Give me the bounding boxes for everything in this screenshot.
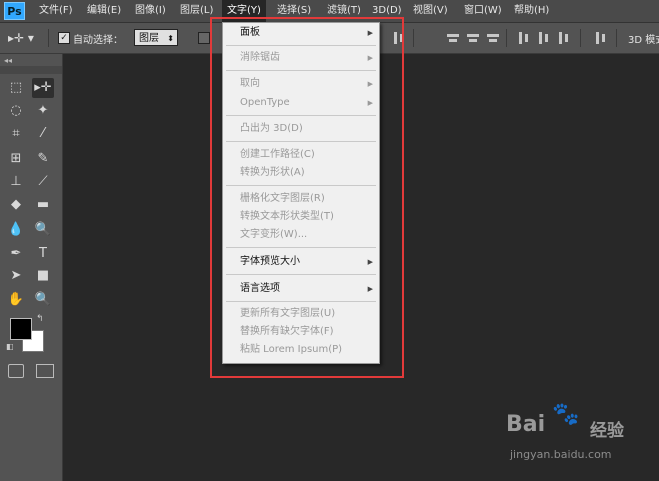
photoshop-logo: Ps [4, 2, 25, 20]
default-colors-icon[interactable]: ◧ [6, 342, 14, 351]
baidu-jingyan-watermark: Bai 🐾 经验 jingyan.baidu.com [506, 402, 656, 472]
menu-window[interactable]: 窗口(W) [459, 0, 507, 22]
clone-stamp-tool-icon[interactable]: ⊥ [5, 172, 27, 192]
lasso-tool-icon[interactable]: ◌ [5, 101, 27, 121]
blur-tool-icon[interactable]: 💧 [5, 220, 27, 240]
gradient-tool-icon[interactable]: ▬ [32, 195, 54, 215]
quick-mask-icon[interactable] [8, 364, 24, 378]
foreground-color-swatch[interactable] [10, 318, 32, 340]
menu-help[interactable]: 帮助(H) [509, 0, 554, 22]
divider [616, 29, 617, 47]
divider [506, 29, 507, 47]
history-brush-tool-icon[interactable]: ⟋ [32, 172, 54, 192]
watermark-url: jingyan.baidu.com [510, 448, 612, 461]
hand-tool-icon[interactable]: ✋ [5, 290, 27, 310]
move-tool-preset-icon[interactable]: ▸✛ ▾ [8, 28, 44, 48]
brush-tool-icon[interactable]: ✎ [32, 149, 54, 169]
move-tool-icon[interactable]: ▸✛ [32, 78, 54, 98]
marquee-tool-icon[interactable]: ⬚ [5, 78, 27, 98]
distribute-hcenter-icon[interactable] [537, 32, 551, 44]
divider [48, 29, 49, 47]
watermark-logo-suffix: 经验 [590, 421, 624, 441]
paw-icon: 🐾 [552, 402, 580, 427]
menu-image[interactable]: 图像(I) [130, 0, 171, 22]
distribute-right-icon[interactable] [557, 32, 571, 44]
tools-panel: ◂◂ ⬚ ▸✛ ◌ ✦ ⌗ ⁄ ⊞ ✎ ⊥ ⟋ ◆ ▬ 💧 🔍 ✒ T ➤ ■ … [0, 54, 63, 481]
distribute-top-icon[interactable] [446, 32, 460, 44]
eraser-tool-icon[interactable]: ◆ [5, 195, 27, 215]
auto-select-checkbox[interactable]: ✓ [58, 32, 70, 44]
magic-wand-tool-icon[interactable]: ✦ [32, 101, 54, 121]
select-arrows-icon: ⬍ [167, 34, 174, 43]
zoom-tool-icon[interactable]: 🔍 [32, 290, 54, 310]
menu-view[interactable]: 视图(V) [408, 0, 453, 22]
divider [413, 29, 414, 47]
collapse-panel-icon[interactable]: ◂◂ [4, 56, 12, 65]
screen-mode-icon[interactable] [36, 364, 54, 378]
crop-tool-icon[interactable]: ⌗ [5, 124, 27, 144]
show-transform-controls-checkbox[interactable] [198, 32, 210, 44]
swap-colors-icon[interactable]: ↰ [36, 314, 44, 324]
distribute-bottom-icon[interactable] [486, 32, 500, 44]
menu-file[interactable]: 文件(F) [34, 0, 78, 22]
path-selection-tool-icon[interactable]: ➤ [5, 266, 27, 286]
3d-mode-label: 3D 模式 [628, 35, 659, 46]
auto-select-label: 自动选择： [73, 35, 123, 46]
eyedropper-tool-icon[interactable]: ⁄ [32, 124, 54, 144]
watermark-logo-text: Bai [506, 412, 546, 437]
divider [580, 29, 581, 47]
distribute-center-icon[interactable] [466, 32, 480, 44]
highlight-annotation-box [210, 17, 404, 378]
healing-brush-tool-icon[interactable]: ⊞ [5, 149, 27, 169]
auto-select-target-select[interactable]: 图层 ⬍ [134, 29, 178, 46]
rectangle-tool-icon[interactable]: ■ [32, 266, 54, 286]
dodge-tool-icon[interactable]: 🔍 [32, 220, 54, 240]
distribute-left-icon[interactable] [517, 32, 531, 44]
type-tool-icon[interactable]: T [32, 244, 54, 264]
tools-panel-grip[interactable] [0, 66, 62, 74]
pen-tool-icon[interactable]: ✒ [5, 244, 27, 264]
menu-edit[interactable]: 编辑(E) [82, 0, 126, 22]
auto-align-icon[interactable] [594, 32, 608, 44]
layer-select-value: 图层 [139, 33, 159, 44]
